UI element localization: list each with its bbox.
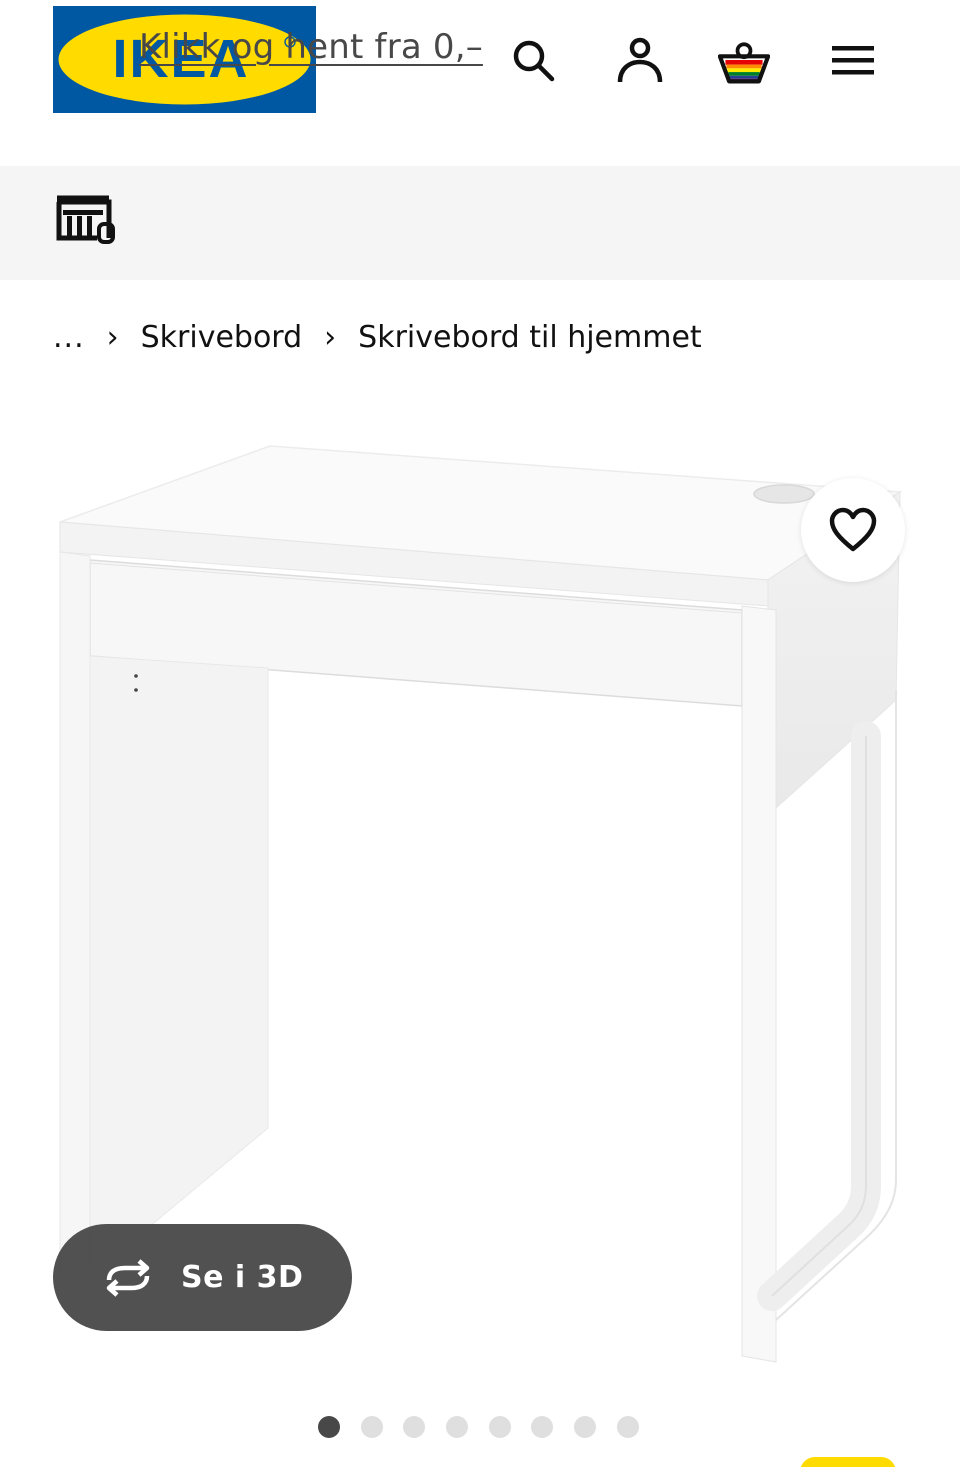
search-button[interactable] [507,34,559,86]
view-in-3d-label: Se i 3D [181,1260,304,1295]
heart-icon [829,507,877,552]
carousel-dot[interactable] [531,1416,554,1438]
carousel-dot[interactable] [360,1416,383,1438]
breadcrumb: ... › Skrivebord › Skrivebord til hjemme… [53,314,702,360]
profile-icon [617,37,663,83]
carousel-dot[interactable] [403,1416,426,1438]
breadcrumb-separator: › [324,319,337,355]
carousel-dot[interactable] [318,1416,340,1438]
menu-icon [832,46,874,75]
favorite-button[interactable] [801,478,905,582]
carousel-dots [318,1416,660,1438]
profile-button[interactable] [614,34,666,86]
carousel-dot[interactable] [488,1416,511,1438]
rotate-icon [106,1258,150,1297]
click-and-collect-link[interactable]: Klikk og hent fra 0,– [139,24,483,70]
breadcrumb-ellipsis[interactable]: ... [53,320,85,355]
floating-button-peek[interactable] [800,1457,896,1467]
carousel-dot[interactable] [574,1416,597,1438]
cart-icon [718,42,770,84]
breadcrumb-item-skrivebord[interactable]: Skrivebord [141,320,303,355]
menu-button[interactable] [827,34,879,86]
click-and-collect-banner [0,166,960,280]
view-in-3d-button[interactable]: Se i 3D [53,1224,352,1331]
carousel-dot[interactable] [446,1416,469,1438]
search-icon [513,40,555,82]
breadcrumb-item-current[interactable]: Skrivebord til hjemmet [358,320,702,355]
carousel-dot[interactable] [616,1416,639,1438]
store-pickup-icon [56,195,115,244]
breadcrumb-separator: › [106,319,119,355]
product-page: IKEA Klikk og hent fra 0,– ... › Skriveb… [0,0,960,1467]
cart-button[interactable] [718,34,770,86]
